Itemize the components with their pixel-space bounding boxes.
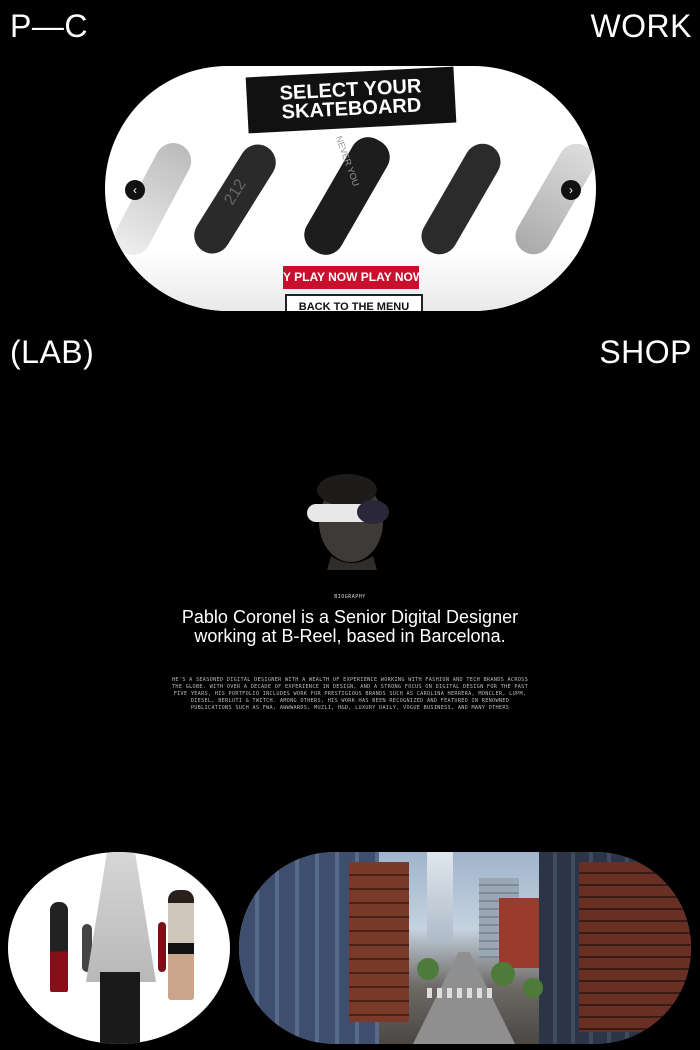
figure-center-coat [86,852,156,982]
skateboard-4 [414,137,508,261]
skateboard-project-card[interactable]: SELECT YOUR SKATEBOARD 212 NEVER YOU ‹ ›… [105,66,596,311]
nav-lab-link[interactable]: (LAB) [10,336,94,368]
city-project-card[interactable] [239,852,691,1044]
play-now-button[interactable]: Y PLAY NOW PLAY NOW [283,266,419,289]
figure-far-left [158,922,166,972]
tree [491,962,515,986]
building-right-red [499,898,539,968]
figure-center-legs [100,972,140,1044]
bio-body-text: He's a seasoned digital designer with a … [172,677,529,711]
chevron-left-icon: ‹ [133,183,137,197]
figure-right [168,890,194,1000]
fashion-project-card[interactable] [8,852,230,1044]
building-left-2 [349,862,409,1022]
title-line-2: SKATEBOARD [281,94,422,124]
skateboard-5 [508,137,596,261]
chevron-right-icon: › [569,183,573,197]
logo-link[interactable]: P—C [10,10,88,42]
skateboard-2: 212 [187,137,283,261]
tree [417,958,439,980]
nav-shop-link[interactable]: SHOP [599,336,692,368]
building-right-brick [579,862,691,1032]
avatar-portrait [307,474,389,570]
figure-left [50,902,68,992]
tree [523,978,543,998]
nav-work-link[interactable]: WORK [590,10,692,42]
skateboard-1 [108,136,198,262]
building-tower [427,852,453,942]
crosswalk [427,988,497,998]
skateboard-2-graphic: 212 [221,176,250,209]
back-to-menu-button[interactable]: BACK TO THE MENU [285,294,423,311]
carousel-next-button[interactable]: › [561,180,581,200]
bio-headline: Pablo Coronel is a Senior Digital Design… [181,607,519,646]
carousel-prev-button[interactable]: ‹ [125,180,145,200]
select-skateboard-title: SELECT YOUR SKATEBOARD [245,66,457,134]
biography-label: BIOGRAPHY [334,594,366,600]
